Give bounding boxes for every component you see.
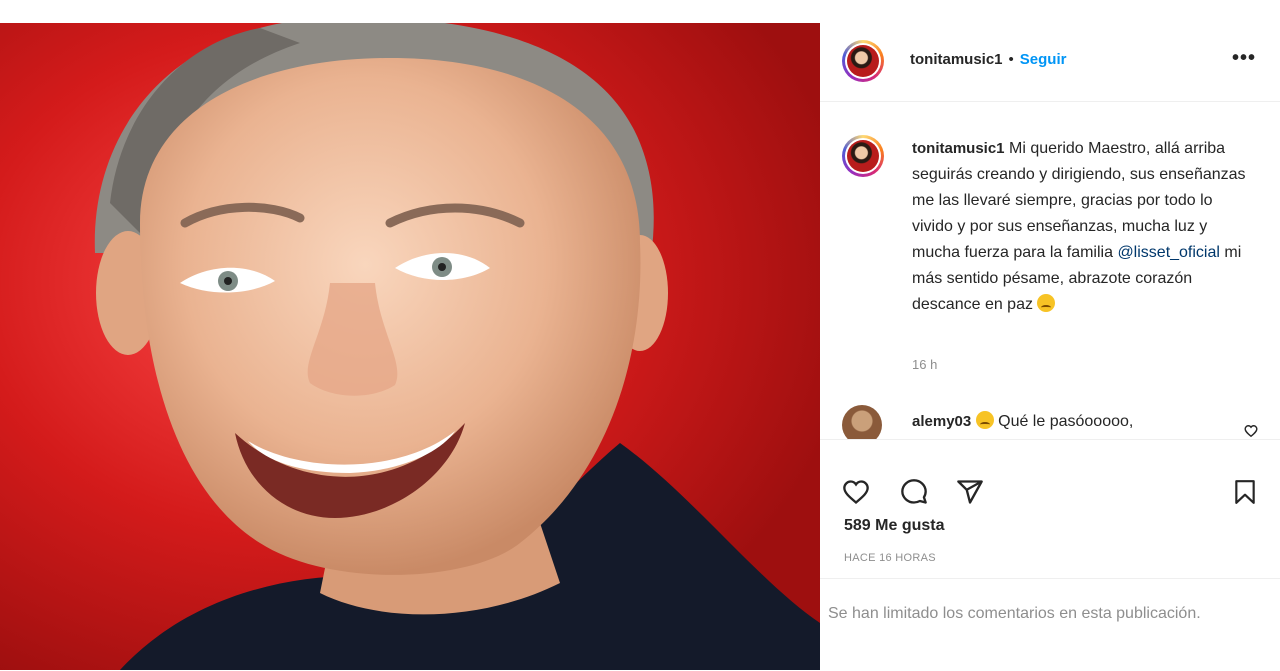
like-count[interactable]: 589 Me gusta	[844, 517, 944, 535]
caption-timestamp[interactable]: 16 h	[912, 357, 937, 372]
comment-body: Qué le pasóooooo,	[993, 413, 1134, 430]
username-link[interactable]: tonitamusic1	[910, 51, 1003, 68]
post-timestamp[interactable]: HACE 16 HORAS	[844, 552, 936, 564]
header-user-line: tonitamusic1 • Seguir	[910, 51, 1066, 69]
comment-username-link[interactable]: alemy03	[912, 413, 971, 430]
post-side-panel: tonitamusic1 • Seguir ••• tonitamusic1 Mi …	[820, 23, 1280, 670]
follow-button[interactable]: Seguir	[1020, 51, 1067, 68]
sad-face-emoji-icon	[1037, 294, 1056, 312]
comment-item: alemy03 Qué le pasóooooo,	[842, 403, 1262, 439]
post-caption: tonitamusic1 Mi querido Maestro, allá ar…	[912, 136, 1252, 318]
post-photo[interactable]	[0, 23, 820, 670]
avatar[interactable]	[842, 40, 884, 82]
caption-username-link[interactable]: tonitamusic1	[912, 140, 1005, 157]
separator-dot: •	[1008, 51, 1014, 68]
heart-icon[interactable]	[842, 478, 870, 506]
comment-avatar[interactable]	[842, 405, 882, 439]
crying-emoji-icon	[975, 411, 994, 429]
more-options-icon[interactable]: •••	[1232, 47, 1256, 70]
caption-text-part1: Mi querido Maestro, allá arriba seguirás…	[912, 140, 1246, 261]
comment-icon[interactable]	[900, 478, 928, 506]
comment-text: alemy03 Qué le pasóooooo,	[912, 411, 1133, 431]
post-header: tonitamusic1 • Seguir •••	[820, 23, 1280, 102]
comments-limited-notice: Se han limitado los comentarios en esta …	[820, 578, 1280, 671]
bookmark-icon[interactable]	[1232, 478, 1258, 506]
share-icon[interactable]	[956, 478, 984, 506]
comments-limited-text: Se han limitado los comentarios en esta …	[828, 605, 1201, 622]
comment-like-icon[interactable]	[1244, 424, 1258, 438]
mention-link[interactable]: @lisset_oficial	[1117, 244, 1220, 261]
post-image	[0, 23, 820, 670]
caption-avatar[interactable]	[842, 135, 884, 177]
